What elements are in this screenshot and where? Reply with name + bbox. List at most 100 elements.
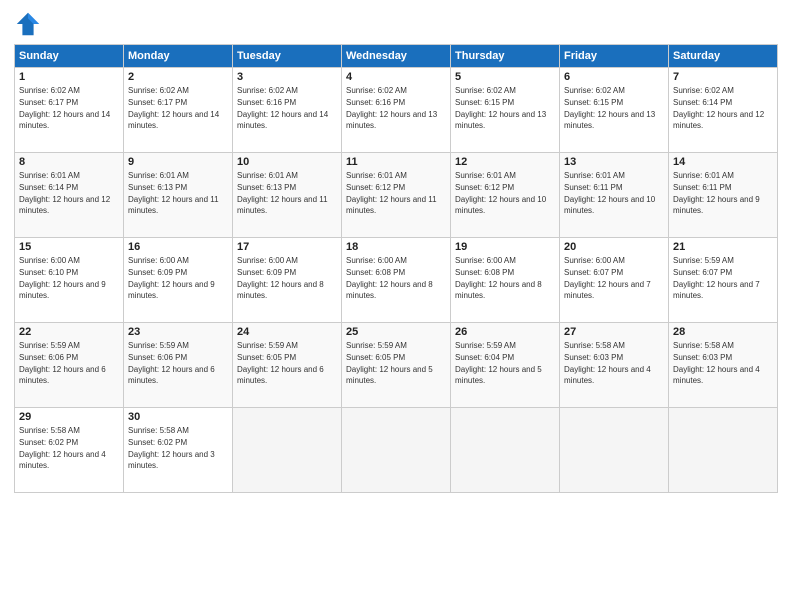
calendar-cell: 13 Sunrise: 6:01 AMSunset: 6:11 PMDaylig… xyxy=(560,153,669,238)
day-info: Sunrise: 6:00 AMSunset: 6:09 PMDaylight:… xyxy=(237,256,324,300)
calendar-week-4: 22 Sunrise: 5:59 AMSunset: 6:06 PMDaylig… xyxy=(15,323,778,408)
calendar-cell: 8 Sunrise: 6:01 AMSunset: 6:14 PMDayligh… xyxy=(15,153,124,238)
day-info: Sunrise: 6:00 AMSunset: 6:09 PMDaylight:… xyxy=(128,256,215,300)
calendar-cell: 9 Sunrise: 6:01 AMSunset: 6:13 PMDayligh… xyxy=(124,153,233,238)
calendar-cell xyxy=(669,408,778,493)
day-info: Sunrise: 6:02 AMSunset: 6:16 PMDaylight:… xyxy=(346,86,437,130)
day-info: Sunrise: 5:58 AMSunset: 6:02 PMDaylight:… xyxy=(128,426,215,470)
day-info: Sunrise: 6:01 AMSunset: 6:11 PMDaylight:… xyxy=(564,171,655,215)
calendar-cell: 1 Sunrise: 6:02 AMSunset: 6:17 PMDayligh… xyxy=(15,68,124,153)
calendar-week-3: 15 Sunrise: 6:00 AMSunset: 6:10 PMDaylig… xyxy=(15,238,778,323)
day-number: 8 xyxy=(19,156,119,168)
day-info: Sunrise: 5:59 AMSunset: 6:05 PMDaylight:… xyxy=(237,341,324,385)
calendar-cell: 3 Sunrise: 6:02 AMSunset: 6:16 PMDayligh… xyxy=(233,68,342,153)
calendar-cell: 18 Sunrise: 6:00 AMSunset: 6:08 PMDaylig… xyxy=(342,238,451,323)
calendar-cell: 23 Sunrise: 5:59 AMSunset: 6:06 PMDaylig… xyxy=(124,323,233,408)
day-number: 10 xyxy=(237,156,337,168)
day-number: 25 xyxy=(346,326,446,338)
calendar-cell: 12 Sunrise: 6:01 AMSunset: 6:12 PMDaylig… xyxy=(451,153,560,238)
page: SundayMondayTuesdayWednesdayThursdayFrid… xyxy=(0,0,792,612)
calendar-cell: 22 Sunrise: 5:59 AMSunset: 6:06 PMDaylig… xyxy=(15,323,124,408)
day-info: Sunrise: 6:02 AMSunset: 6:17 PMDaylight:… xyxy=(128,86,219,130)
day-number: 15 xyxy=(19,241,119,253)
day-number: 3 xyxy=(237,71,337,83)
day-header-monday: Monday xyxy=(124,45,233,68)
day-number: 5 xyxy=(455,71,555,83)
calendar-cell xyxy=(233,408,342,493)
day-info: Sunrise: 5:58 AMSunset: 6:03 PMDaylight:… xyxy=(564,341,651,385)
day-number: 12 xyxy=(455,156,555,168)
day-header-thursday: Thursday xyxy=(451,45,560,68)
day-number: 19 xyxy=(455,241,555,253)
day-number: 27 xyxy=(564,326,664,338)
calendar-cell: 26 Sunrise: 5:59 AMSunset: 6:04 PMDaylig… xyxy=(451,323,560,408)
calendar-cell xyxy=(451,408,560,493)
day-info: Sunrise: 6:00 AMSunset: 6:10 PMDaylight:… xyxy=(19,256,106,300)
calendar-cell: 27 Sunrise: 5:58 AMSunset: 6:03 PMDaylig… xyxy=(560,323,669,408)
calendar-week-5: 29 Sunrise: 5:58 AMSunset: 6:02 PMDaylig… xyxy=(15,408,778,493)
calendar-cell: 5 Sunrise: 6:02 AMSunset: 6:15 PMDayligh… xyxy=(451,68,560,153)
calendar-cell: 6 Sunrise: 6:02 AMSunset: 6:15 PMDayligh… xyxy=(560,68,669,153)
day-info: Sunrise: 6:02 AMSunset: 6:14 PMDaylight:… xyxy=(673,86,764,130)
day-header-saturday: Saturday xyxy=(669,45,778,68)
calendar-cell: 4 Sunrise: 6:02 AMSunset: 6:16 PMDayligh… xyxy=(342,68,451,153)
day-number: 9 xyxy=(128,156,228,168)
day-number: 1 xyxy=(19,71,119,83)
day-number: 2 xyxy=(128,71,228,83)
day-number: 21 xyxy=(673,241,773,253)
day-info: Sunrise: 6:01 AMSunset: 6:13 PMDaylight:… xyxy=(237,171,328,215)
day-info: Sunrise: 6:00 AMSunset: 6:08 PMDaylight:… xyxy=(346,256,433,300)
calendar-cell: 20 Sunrise: 6:00 AMSunset: 6:07 PMDaylig… xyxy=(560,238,669,323)
day-info: Sunrise: 6:02 AMSunset: 6:17 PMDaylight:… xyxy=(19,86,110,130)
day-info: Sunrise: 6:01 AMSunset: 6:12 PMDaylight:… xyxy=(346,171,437,215)
day-number: 22 xyxy=(19,326,119,338)
calendar-cell: 2 Sunrise: 6:02 AMSunset: 6:17 PMDayligh… xyxy=(124,68,233,153)
calendar-week-2: 8 Sunrise: 6:01 AMSunset: 6:14 PMDayligh… xyxy=(15,153,778,238)
day-number: 18 xyxy=(346,241,446,253)
day-info: Sunrise: 6:02 AMSunset: 6:15 PMDaylight:… xyxy=(455,86,546,130)
day-number: 13 xyxy=(564,156,664,168)
day-header-friday: Friday xyxy=(560,45,669,68)
calendar-header-row: SundayMondayTuesdayWednesdayThursdayFrid… xyxy=(15,45,778,68)
day-number: 30 xyxy=(128,411,228,423)
day-number: 16 xyxy=(128,241,228,253)
day-info: Sunrise: 5:59 AMSunset: 6:05 PMDaylight:… xyxy=(346,341,433,385)
calendar-cell: 30 Sunrise: 5:58 AMSunset: 6:02 PMDaylig… xyxy=(124,408,233,493)
calendar-cell: 29 Sunrise: 5:58 AMSunset: 6:02 PMDaylig… xyxy=(15,408,124,493)
day-number: 28 xyxy=(673,326,773,338)
day-number: 4 xyxy=(346,71,446,83)
calendar-cell: 28 Sunrise: 5:58 AMSunset: 6:03 PMDaylig… xyxy=(669,323,778,408)
calendar-cell: 19 Sunrise: 6:00 AMSunset: 6:08 PMDaylig… xyxy=(451,238,560,323)
day-info: Sunrise: 5:58 AMSunset: 6:03 PMDaylight:… xyxy=(673,341,760,385)
day-header-wednesday: Wednesday xyxy=(342,45,451,68)
day-info: Sunrise: 6:00 AMSunset: 6:07 PMDaylight:… xyxy=(564,256,651,300)
calendar-cell: 16 Sunrise: 6:00 AMSunset: 6:09 PMDaylig… xyxy=(124,238,233,323)
day-number: 24 xyxy=(237,326,337,338)
day-info: Sunrise: 6:00 AMSunset: 6:08 PMDaylight:… xyxy=(455,256,542,300)
calendar-cell: 15 Sunrise: 6:00 AMSunset: 6:10 PMDaylig… xyxy=(15,238,124,323)
day-number: 6 xyxy=(564,71,664,83)
calendar-cell xyxy=(342,408,451,493)
calendar-week-1: 1 Sunrise: 6:02 AMSunset: 6:17 PMDayligh… xyxy=(15,68,778,153)
calendar-cell: 25 Sunrise: 5:59 AMSunset: 6:05 PMDaylig… xyxy=(342,323,451,408)
calendar-cell: 14 Sunrise: 6:01 AMSunset: 6:11 PMDaylig… xyxy=(669,153,778,238)
day-number: 23 xyxy=(128,326,228,338)
day-info: Sunrise: 6:01 AMSunset: 6:13 PMDaylight:… xyxy=(128,171,219,215)
day-info: Sunrise: 5:59 AMSunset: 6:06 PMDaylight:… xyxy=(128,341,215,385)
calendar-cell: 10 Sunrise: 6:01 AMSunset: 6:13 PMDaylig… xyxy=(233,153,342,238)
day-info: Sunrise: 6:01 AMSunset: 6:12 PMDaylight:… xyxy=(455,171,546,215)
day-number: 17 xyxy=(237,241,337,253)
day-number: 26 xyxy=(455,326,555,338)
calendar-cell: 24 Sunrise: 5:59 AMSunset: 6:05 PMDaylig… xyxy=(233,323,342,408)
day-info: Sunrise: 6:02 AMSunset: 6:16 PMDaylight:… xyxy=(237,86,328,130)
day-header-tuesday: Tuesday xyxy=(233,45,342,68)
day-header-sunday: Sunday xyxy=(15,45,124,68)
calendar-cell: 17 Sunrise: 6:00 AMSunset: 6:09 PMDaylig… xyxy=(233,238,342,323)
day-number: 29 xyxy=(19,411,119,423)
day-info: Sunrise: 6:01 AMSunset: 6:11 PMDaylight:… xyxy=(673,171,760,215)
calendar-cell: 21 Sunrise: 5:59 AMSunset: 6:07 PMDaylig… xyxy=(669,238,778,323)
header xyxy=(14,10,778,38)
day-number: 20 xyxy=(564,241,664,253)
calendar-cell: 7 Sunrise: 6:02 AMSunset: 6:14 PMDayligh… xyxy=(669,68,778,153)
logo xyxy=(14,10,44,38)
